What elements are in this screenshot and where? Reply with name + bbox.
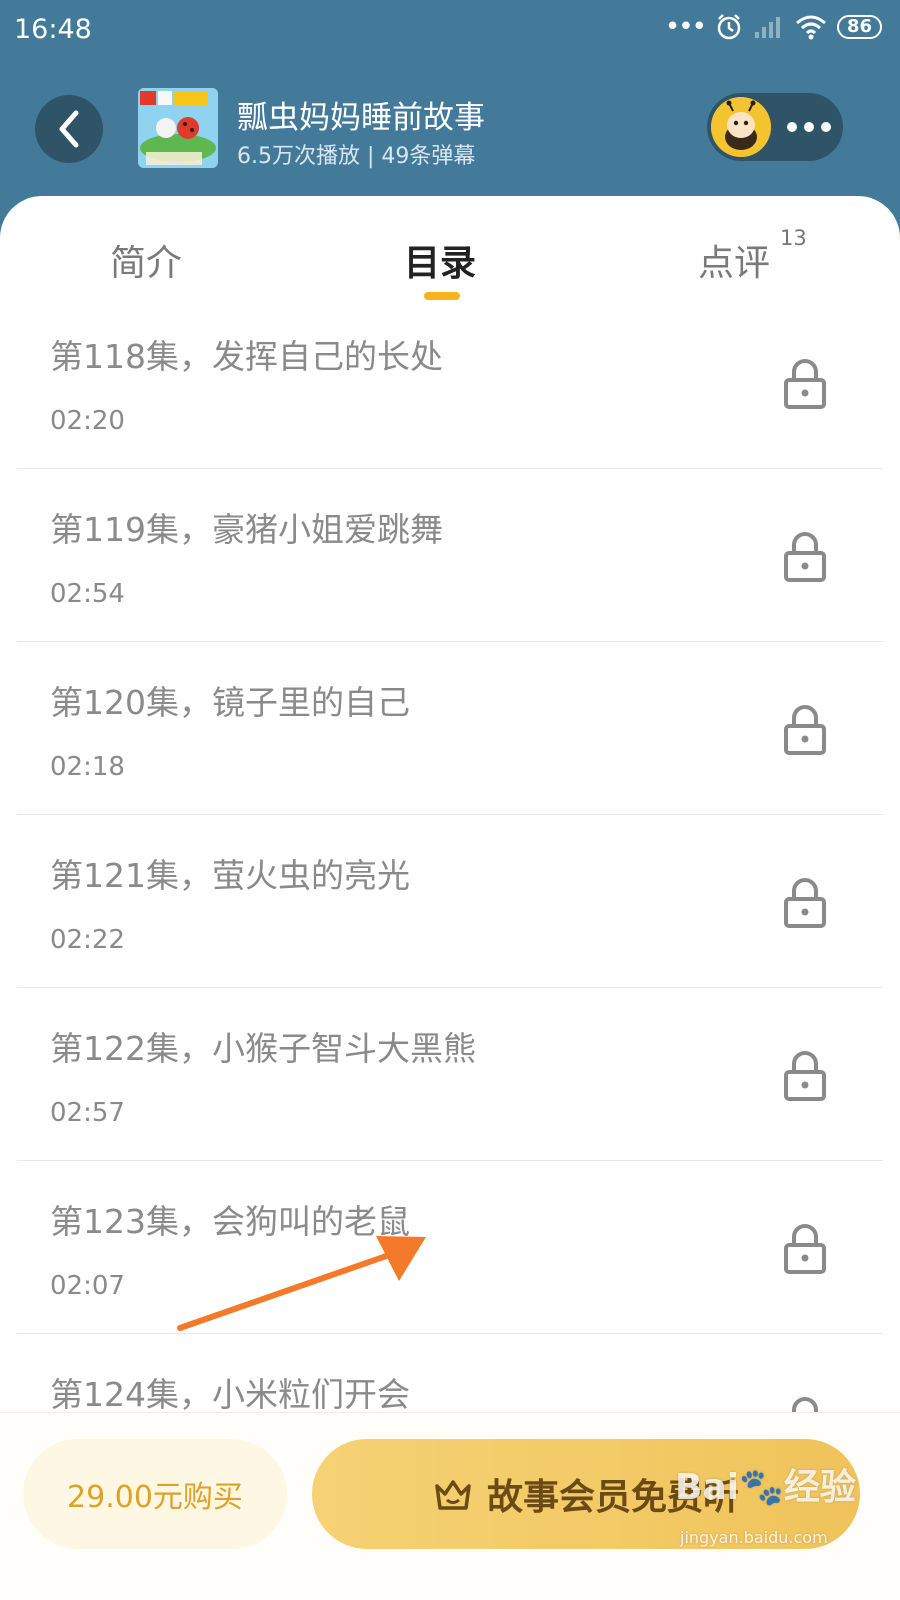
episode-duration: 02:18: [50, 752, 125, 782]
episode-row[interactable]: 第119集，豪猪小姐爱跳舞 02:54: [17, 469, 883, 642]
user-avatar[interactable]: [711, 97, 771, 157]
lock-icon: [784, 1051, 826, 1101]
buy-button[interactable]: 29.00元购买: [23, 1439, 287, 1549]
lock-icon: [784, 359, 826, 409]
review-count-badge: 13: [780, 226, 807, 250]
episode-duration: 02:20: [50, 406, 125, 436]
buy-button-label: 29.00元购买: [67, 1480, 243, 1515]
watermark-url: jingyan.baidu.com: [680, 1528, 828, 1547]
wifi-icon: [795, 15, 826, 40]
episode-title: 第120集，镜子里的自己: [50, 683, 410, 722]
episode-duration: 02:22: [50, 925, 125, 955]
episode-row[interactable]: 第118集，发挥自己的长处 02:20: [17, 296, 883, 469]
episode-duration: 02:54: [50, 579, 125, 609]
episode-duration: 02:07: [50, 1271, 125, 1301]
alarm-icon: [717, 14, 741, 40]
album-cover-art: [138, 88, 218, 168]
episode-duration: 02:57: [50, 1098, 125, 1128]
baidu-jingyan-watermark: Bai🐾经验: [675, 1467, 856, 1508]
episode-title: 第124集，小米粒们开会: [50, 1375, 410, 1414]
back-button[interactable]: [35, 95, 103, 163]
crown-icon: [435, 1480, 471, 1510]
signal-icon: [754, 17, 780, 38]
tab-catalog[interactable]: 目录: [404, 234, 476, 286]
episode-title: 第123集，会狗叫的老鼠: [50, 1202, 410, 1241]
tab-intro[interactable]: 简介: [110, 234, 182, 286]
episode-title: 第121集，萤火虫的亮光: [50, 856, 410, 895]
episode-title: 第119集，豪猪小姐爱跳舞: [50, 510, 443, 549]
episode-row[interactable]: 第123集，会狗叫的老鼠 02:07: [17, 1161, 883, 1334]
chevron-left-icon: [59, 110, 79, 148]
episode-row[interactable]: 第122集，小猴子智斗大黑熊 02:57: [17, 988, 883, 1161]
lock-icon: [784, 532, 826, 582]
tab-review[interactable]: 点评: [698, 234, 770, 286]
episode-row[interactable]: 第121集，萤火虫的亮光 02:22: [17, 815, 883, 988]
lock-icon: [784, 705, 826, 755]
content-card: 简介 目录 点评 13 第118集，发挥自己的长处 02:20 第119集，豪猪…: [0, 196, 900, 1600]
album-cover[interactable]: [138, 88, 218, 168]
more-dots-icon: •••: [664, 12, 707, 42]
album-stats: 6.5万次播放 | 49条弹幕: [237, 144, 476, 169]
lock-icon: [784, 878, 826, 928]
lock-icon: [784, 1224, 826, 1274]
episode-title: 第122集，小猴子智斗大黑熊: [50, 1029, 476, 1068]
battery-indicator: 86: [836, 15, 882, 39]
more-options-icon[interactable]: [785, 113, 833, 141]
header-actions: [707, 93, 843, 161]
avatar-bee-icon: [711, 97, 771, 157]
episode-row[interactable]: 第120集，镜子里的自己 02:18: [17, 642, 883, 815]
episode-title: 第118集，发挥自己的长处: [50, 337, 443, 376]
status-icons: ••• 86: [665, 12, 882, 42]
status-bar: 16:48 ••• 86: [0, 0, 900, 62]
status-time: 16:48: [14, 14, 92, 45]
album-title: 瓢虫妈妈睡前故事: [237, 100, 485, 136]
